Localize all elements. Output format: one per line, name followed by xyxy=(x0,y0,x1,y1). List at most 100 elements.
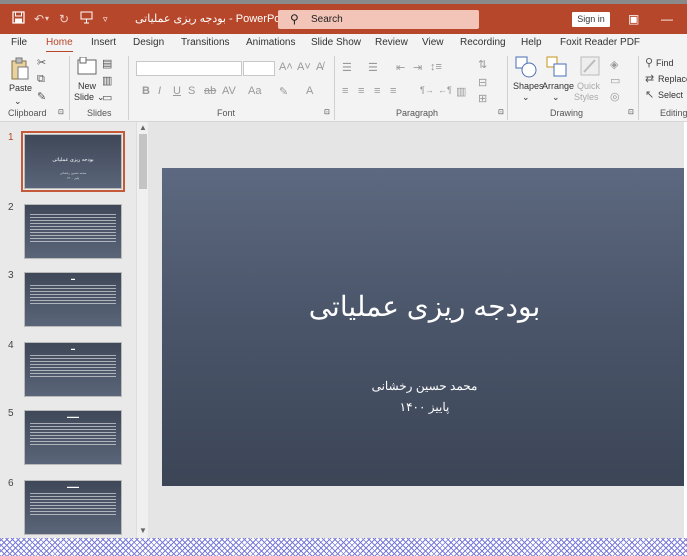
bullets-icon[interactable]: ☰ xyxy=(342,61,352,74)
paragraph-launcher-icon[interactable]: ⊡ xyxy=(498,108,504,116)
replace-label[interactable]: Replace xyxy=(658,74,687,84)
desktop-background-pattern xyxy=(0,538,687,556)
tab-view[interactable]: View xyxy=(422,37,444,48)
clipboard-launcher-icon[interactable]: ⊡ xyxy=(58,108,64,116)
right-to-left-icon[interactable]: ←¶ xyxy=(438,85,452,95)
strikethrough-icon[interactable]: ab xyxy=(204,85,216,97)
slide-thumbnail-2[interactable] xyxy=(24,204,122,259)
ribbon-display-options-icon[interactable]: ▣ xyxy=(628,11,639,27)
undo-dropdown-icon[interactable]: ▾ xyxy=(45,11,49,27)
arrange-label[interactable]: Arrange xyxy=(542,81,574,91)
paste-label[interactable]: Paste xyxy=(9,83,32,93)
shadow-icon[interactable]: S xyxy=(188,85,195,97)
quick-styles-label[interactable]: Quick xyxy=(577,81,600,91)
find-label[interactable]: Find xyxy=(656,58,674,68)
search-box[interactable]: ⚲ Search xyxy=(278,10,479,29)
slide-thumbnail-1[interactable]: بودجه ریزی عملیاتی محمد حسین رخشانی پایی… xyxy=(21,131,125,192)
arrange-icon[interactable] xyxy=(546,56,568,81)
scrollbar-thumb[interactable] xyxy=(139,134,147,189)
arrange-dropdown-icon[interactable]: ⌄ xyxy=(552,92,560,103)
slide-thumbnail-pane[interactable]: 1 بودجه ریزی عملیاتی محمد حسین رخشانی پا… xyxy=(0,122,148,538)
tab-recording[interactable]: Recording xyxy=(460,37,506,48)
bold-icon[interactable]: B xyxy=(142,85,150,97)
justify-icon[interactable]: ≡ xyxy=(390,85,396,97)
paste-dropdown-icon[interactable]: ⌄ xyxy=(14,96,22,107)
slide-thumbnail-5[interactable]: ▬▬▬ xyxy=(24,410,122,465)
align-right-icon[interactable]: ≡ xyxy=(374,85,380,97)
shapes-label[interactable]: Shapes xyxy=(513,81,544,91)
line-spacing-icon[interactable]: ↕≡ xyxy=(430,61,442,73)
tab-file[interactable]: File xyxy=(11,37,27,48)
slide-subtitle[interactable]: محمد حسین رخشانی پاییز ۱۴۰۰ xyxy=(162,376,687,418)
drawing-launcher-icon[interactable]: ⊡ xyxy=(628,108,634,116)
scroll-down-icon[interactable]: ▼ xyxy=(139,526,147,535)
section-icon[interactable]: ▭ xyxy=(102,91,112,104)
find-icon[interactable]: ⚲ xyxy=(645,56,653,69)
sign-in-button[interactable]: Sign in xyxy=(572,12,610,27)
clear-formatting-icon[interactable]: A̸ xyxy=(316,61,323,73)
highlight-icon[interactable]: ✎ xyxy=(279,85,288,98)
shapes-icon[interactable] xyxy=(515,56,537,81)
layout-icon[interactable]: ▤ xyxy=(102,57,112,70)
change-case-icon[interactable]: Aa xyxy=(248,85,261,97)
align-text-icon[interactable]: ⊟ xyxy=(478,76,487,89)
font-size-dropdown[interactable] xyxy=(243,61,275,76)
tab-animations[interactable]: Animations xyxy=(246,37,295,48)
select-icon[interactable]: ↖ xyxy=(645,88,654,101)
italic-icon[interactable]: I xyxy=(158,85,161,97)
align-center-icon[interactable]: ≡ xyxy=(358,85,364,97)
slide-title[interactable]: بودجه ریزی عملیاتی xyxy=(162,290,687,323)
shapes-dropdown-icon[interactable]: ⌄ xyxy=(522,92,530,103)
tab-help[interactable]: Help xyxy=(521,37,542,48)
increase-font-size-icon[interactable]: A˄ xyxy=(279,61,293,73)
tab-foxit-reader-pdf[interactable]: Foxit Reader PDF xyxy=(560,37,640,48)
font-family-dropdown[interactable] xyxy=(136,61,242,76)
convert-to-smartart-icon[interactable]: ⊞ xyxy=(478,92,487,105)
reset-icon[interactable]: ▥ xyxy=(102,74,112,87)
columns-icon[interactable]: ▥ xyxy=(456,85,466,98)
tab-design[interactable]: Design xyxy=(133,37,164,48)
redo-icon[interactable]: ↻ xyxy=(59,11,69,27)
customize-toolbar-icon[interactable]: ▿ xyxy=(103,11,108,27)
font-launcher-icon[interactable]: ⊡ xyxy=(324,108,330,116)
new-slide-icon[interactable] xyxy=(77,56,97,78)
replace-icon[interactable]: ⇄ xyxy=(645,72,654,85)
decrease-font-size-icon[interactable]: A˅ xyxy=(297,61,311,73)
slide-thumbnail-6[interactable]: ▬▬▬ xyxy=(24,480,122,535)
format-painter-icon[interactable]: ✎ xyxy=(37,90,46,103)
character-spacing-icon[interactable]: AV xyxy=(222,85,236,97)
font-color-icon[interactable]: A xyxy=(306,85,313,97)
slide-thumbnail-4[interactable]: ▬ xyxy=(24,342,122,397)
copy-icon[interactable]: ⧉ xyxy=(37,73,45,86)
minimize-icon[interactable]: — xyxy=(661,11,673,27)
new-slide-label[interactable]: New xyxy=(78,81,96,91)
increase-indent-icon[interactable]: ⇥ xyxy=(413,61,422,74)
tab-home[interactable]: Home xyxy=(46,37,73,53)
quick-styles-icon[interactable] xyxy=(580,56,600,79)
slide-thumbnail-3[interactable]: ▬ xyxy=(24,272,122,327)
left-to-right-icon[interactable]: ¶→ xyxy=(420,85,434,95)
shape-effects-icon[interactable]: ◎ xyxy=(610,90,620,103)
tab-slide-show[interactable]: Slide Show xyxy=(311,37,361,48)
presentation-start-icon[interactable] xyxy=(80,11,93,27)
decrease-indent-icon[interactable]: ⇤ xyxy=(396,61,405,74)
undo-icon[interactable]: ↶ xyxy=(34,11,44,27)
shape-fill-icon[interactable]: ◈ xyxy=(610,58,618,71)
current-slide[interactable]: بودجه ریزی عملیاتی محمد حسین رخشانی پایی… xyxy=(162,168,687,486)
select-label[interactable]: Select xyxy=(658,90,683,100)
text-direction-icon[interactable]: ⇅ xyxy=(478,58,487,71)
cut-icon[interactable]: ✂ xyxy=(37,56,46,69)
tab-review[interactable]: Review xyxy=(375,37,408,48)
paste-icon[interactable] xyxy=(10,57,30,84)
numbering-icon[interactable]: ☰ xyxy=(368,61,378,74)
align-left-icon[interactable]: ≡ xyxy=(342,85,348,97)
underline-icon[interactable]: U xyxy=(173,85,181,97)
quick-styles-sub-label[interactable]: Styles xyxy=(574,92,599,102)
scroll-up-icon[interactable]: ▲ xyxy=(139,123,147,132)
save-icon[interactable] xyxy=(12,11,25,27)
new-slide-sub-label[interactable]: Slide xyxy=(74,92,94,102)
tab-transitions[interactable]: Transitions xyxy=(181,37,230,48)
thumbnail-scrollbar[interactable]: ▲ ▼ xyxy=(136,122,148,538)
tab-insert[interactable]: Insert xyxy=(91,37,116,48)
shape-outline-icon[interactable]: ▭ xyxy=(610,74,620,87)
